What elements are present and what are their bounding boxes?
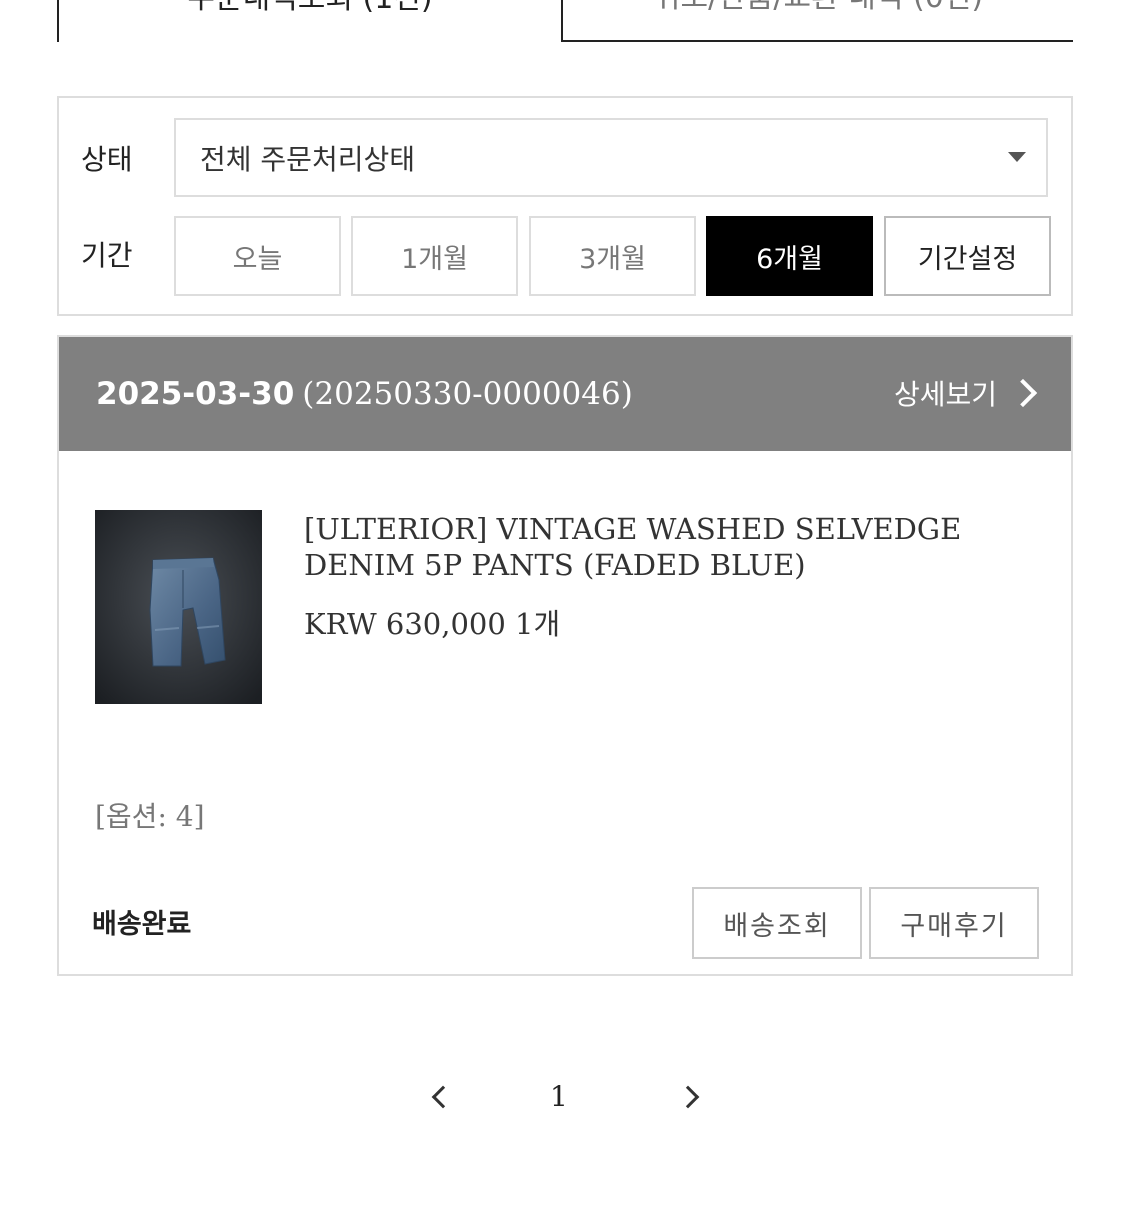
track-shipment-button[interactable]: 배송조회 xyxy=(692,887,862,959)
order-detail-label: 상세보기 xyxy=(893,378,997,411)
period-3month-button[interactable]: 3개월 xyxy=(529,216,696,296)
order-header: 2025-03-30 (20250330-0000046) 상세보기 xyxy=(59,337,1071,451)
chevron-left-icon[interactable] xyxy=(431,1085,455,1109)
order-status-value: 전체 주문처리상태 xyxy=(200,142,415,176)
period-today-button[interactable]: 오늘 xyxy=(174,216,341,296)
chevron-right-icon xyxy=(1008,378,1038,408)
tab-cancel-label: 취소/반품/교환 내역 (0건) xyxy=(653,0,983,16)
product-option: [옵션: 4] xyxy=(95,800,205,833)
period-1month-button[interactable]: 1개월 xyxy=(351,216,518,296)
denim-pants-image xyxy=(95,510,262,704)
pagination: 1 xyxy=(0,1072,1125,1124)
order-date: 2025-03-30 xyxy=(96,376,295,412)
caret-down-icon xyxy=(1008,152,1026,162)
product-name[interactable]: [ULTERIOR] VINTAGE WASHED SELVEDGE DENIM… xyxy=(304,511,1044,583)
shipping-status: 배송완료 xyxy=(92,909,192,940)
product-thumbnail[interactable] xyxy=(95,510,262,704)
order-filter: 상태 전체 주문처리상태 기간 오늘 1개월 3개월 6개월 기간설정 xyxy=(57,96,1073,316)
order-status-select[interactable]: 전체 주문처리상태 xyxy=(174,118,1048,197)
product-price-quantity: KRW 630,000 1개 xyxy=(304,607,561,641)
order-tabs: 주문내역조회 (1건) 취소/반품/교환 내역 (0건) xyxy=(57,0,1073,42)
page-number-current[interactable]: 1 xyxy=(550,1080,568,1113)
tab-order-history[interactable]: 주문내역조회 (1건) xyxy=(57,0,563,42)
chevron-right-icon[interactable] xyxy=(676,1085,700,1109)
order-detail-link[interactable]: 상세보기 xyxy=(893,373,1038,413)
period-6month-button[interactable]: 6개월 xyxy=(706,216,873,296)
write-review-button[interactable]: 구매후기 xyxy=(869,887,1039,959)
order-number: (20250330-0000046) xyxy=(302,376,633,412)
period-label: 기간 xyxy=(81,239,133,272)
period-custom-button[interactable]: 기간설정 xyxy=(884,216,1051,296)
tab-cancel-return-exchange[interactable]: 취소/반품/교환 내역 (0건) xyxy=(563,0,1073,42)
tab-order-history-label: 주문내역조회 (1건) xyxy=(187,0,432,17)
status-label: 상태 xyxy=(81,143,133,176)
order-card: 2025-03-30 (20250330-0000046) 상세보기 [ULTE… xyxy=(57,335,1073,976)
